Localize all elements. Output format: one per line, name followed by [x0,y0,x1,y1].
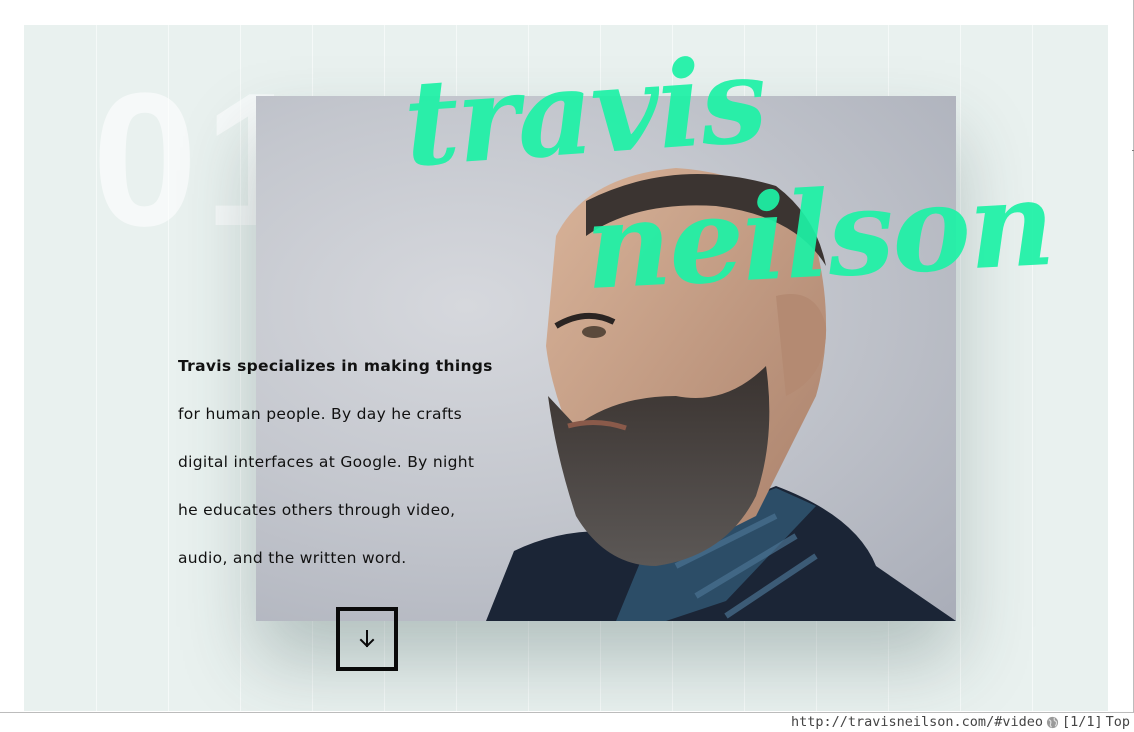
globe-icon [1046,716,1059,728]
scroll-down-button[interactable] [336,607,398,671]
bio-line: digital interfaces at Google. By night [178,453,475,471]
first-name-title: travis [399,29,770,194]
bio-line: Travis specializes in making things [178,357,493,375]
bio-line: audio, and the written word. [178,549,407,567]
status-scroll: Top [1105,714,1130,730]
bio-text: Travis specializes in making things for … [178,352,493,592]
status-url: http://travisneilson.com/#video [791,714,1043,730]
bio-line: he educates others through video, [178,501,456,519]
last-name-title: neilson [581,152,1056,317]
status-position: [1/1] [1061,714,1103,730]
arrow-down-icon [359,630,375,648]
bio-line: for human people. By day he crafts [178,405,463,423]
grid-line [960,25,961,711]
status-bar: http://travisneilson.com/#video [1/1] To… [0,713,1134,732]
grid-line [1032,25,1033,711]
